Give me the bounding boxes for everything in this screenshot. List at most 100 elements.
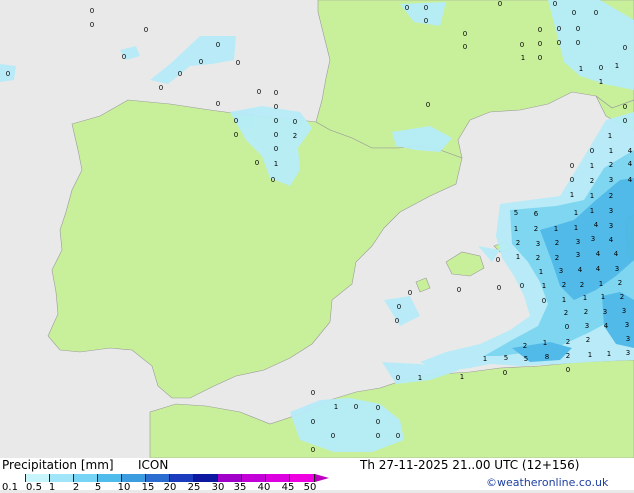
precip-value-label: 0	[503, 369, 507, 377]
legend-swatch	[122, 474, 146, 482]
precip-value-label: 0	[395, 317, 399, 325]
legend-label: 30	[211, 482, 225, 493]
precip-value-label: 1	[583, 294, 587, 302]
precip-value-label: 1	[574, 209, 578, 217]
precip-value-label: 0	[311, 418, 315, 426]
legend-swatch	[170, 474, 194, 482]
precip-value-label: 0	[520, 41, 524, 49]
precip-value-label: 3	[536, 240, 540, 248]
precip-value-label: 2	[580, 281, 584, 289]
precip-value-label: 0	[623, 44, 627, 52]
precip-value-label: 0	[463, 30, 467, 38]
legend-arrow-icon	[315, 474, 329, 482]
precip-value-label: 0	[274, 89, 278, 97]
precip-value-label: 2	[293, 132, 297, 140]
precip-value-label: 1	[539, 268, 543, 276]
precip-value-label: 3	[591, 235, 595, 243]
precip-value-label: 4	[596, 250, 601, 258]
precip-value-label: 2	[620, 293, 624, 301]
legend-swatch	[290, 474, 315, 482]
precip-value-label: 0	[557, 25, 561, 33]
precip-value-label: 3	[615, 265, 619, 273]
precip-value-label: 2	[516, 239, 520, 247]
precip-value-label: 0	[376, 404, 380, 412]
precip-value-label: 0	[199, 58, 203, 66]
forecast-datetime: Th 27-11-2025 21..00 UTC (12+156)	[360, 458, 580, 472]
precip-value-label: 0	[311, 446, 315, 454]
precip-value-label: 2	[566, 338, 570, 346]
legend-swatch	[146, 474, 170, 482]
precip-value-label: 0	[255, 159, 259, 167]
legend-swatch	[26, 474, 50, 482]
precip-value-label: 0	[216, 100, 220, 108]
precip-value-label: 4	[609, 236, 614, 244]
precip-value-label: 0	[594, 9, 598, 17]
legend-label: 15	[141, 482, 155, 493]
precip-value-label: 0	[520, 282, 524, 290]
precip-value-label: 3	[609, 222, 613, 230]
precip-value-label: 1	[574, 224, 578, 232]
precip-value-label: 0	[576, 25, 580, 33]
precip-value-label: 1	[542, 282, 546, 290]
precip-value-label: 0	[576, 39, 580, 47]
precip-value-label: 0	[457, 286, 461, 294]
precip-value-label: 5	[524, 355, 528, 363]
precip-value-label: 0	[557, 39, 561, 47]
legend-label: 35	[233, 482, 247, 493]
credit-link[interactable]: ©weatheronline.co.uk	[486, 476, 608, 489]
precip-value-label: 0	[408, 289, 412, 297]
precip-value-label: 4	[578, 266, 583, 274]
precip-value-label: 0	[90, 21, 94, 29]
precip-value-label: 0	[570, 176, 574, 184]
precip-value-label: 1	[460, 373, 464, 381]
precip-value-label: 0	[159, 84, 163, 92]
precip-value-label: 0	[623, 117, 627, 125]
precip-value-label: 0	[376, 418, 380, 426]
precip-value-label: 0	[538, 54, 542, 62]
precip-value-label: 0	[565, 323, 569, 331]
precip-value-label: 2	[609, 161, 613, 169]
precip-value-label: 2	[555, 239, 559, 247]
legend-swatch	[50, 474, 74, 482]
legend-label: 1	[48, 482, 56, 493]
precipitation-map[interactable]: 0 0 0 0 0 0 0 0 0 0 0 0 0 0 0 0 0 0 0 2 0 0 1 0 0 0 0 0 0 0 0 0 0 0 0 0 0 0 0 0…	[0, 0, 634, 458]
precip-value-label: 3	[559, 267, 563, 275]
precip-value-label: 5	[514, 209, 518, 217]
precip-value-label: 0	[553, 0, 557, 8]
precip-value-label: 2	[618, 279, 622, 287]
precip-value-label: 0	[497, 284, 501, 292]
precip-value-label: 0	[234, 117, 238, 125]
precip-value-label: 0	[538, 26, 542, 34]
precip-value-label: 8	[545, 353, 549, 361]
precip-value-label: 0	[396, 374, 400, 382]
precip-value-label: 0	[566, 366, 570, 374]
legend-label: 25	[187, 482, 201, 493]
precip-value-label: 1	[590, 207, 594, 215]
precip-value-label: 1	[554, 225, 558, 233]
legend-label: 10	[117, 482, 131, 493]
precip-value-label: 4	[628, 176, 633, 184]
precip-value-label: 1	[615, 62, 619, 70]
precip-value-label: 0	[236, 59, 240, 67]
model-name: ICON	[138, 458, 169, 472]
precip-value-label: 0	[599, 64, 603, 72]
legend-swatch	[266, 474, 290, 482]
precip-value-label: 0	[331, 432, 335, 440]
legend-label: 0.5	[26, 482, 42, 493]
precip-value-label: 1	[514, 225, 518, 233]
precip-value-label: 4	[604, 322, 609, 330]
precip-value-label: 2	[562, 281, 566, 289]
precip-value-label: 2	[586, 336, 590, 344]
precip-value-label: 0	[122, 53, 126, 61]
precip-value-label: 0	[6, 70, 10, 78]
precip-value-label: 0	[293, 118, 297, 126]
precip-value-label: 5	[504, 354, 508, 362]
legend-swatch	[2, 474, 26, 482]
precip-value-label: 1	[607, 350, 611, 358]
precip-value-label: 1	[601, 293, 605, 301]
precip-value-label: 0	[405, 4, 409, 12]
precip-value-label: 6	[534, 210, 539, 218]
precip-value-label: 0	[274, 131, 278, 139]
precip-value-label: 3	[625, 321, 629, 329]
legend-swatch	[218, 474, 242, 482]
